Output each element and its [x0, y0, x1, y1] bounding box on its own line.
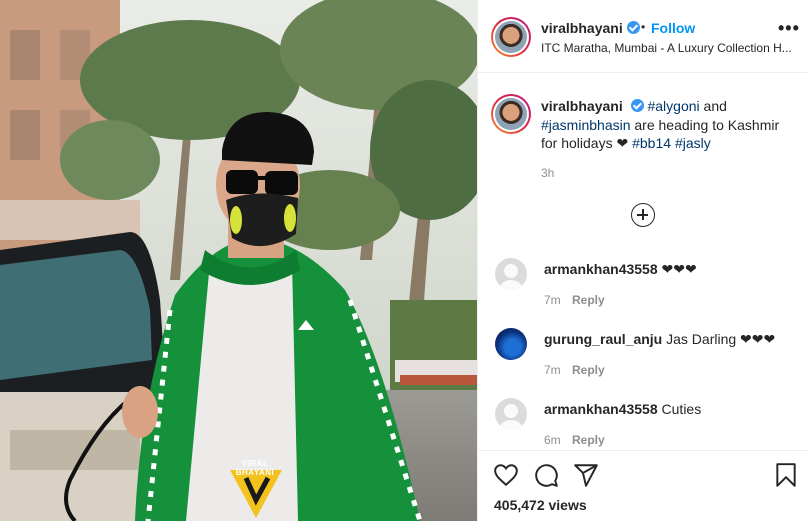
- verified-badge-icon: [626, 21, 640, 34]
- commenter-username[interactable]: armankhan43558: [544, 261, 658, 277]
- post-caption: viralbhayani #alygoni and #jasminbhasin …: [541, 97, 791, 153]
- commenter-avatar[interactable]: [495, 258, 527, 290]
- hashtag-link[interactable]: #alygoni: [647, 98, 699, 114]
- comment-text: Cuties: [661, 401, 702, 417]
- bookmark-icon[interactable]: [773, 462, 799, 488]
- comment-item: gurung_raul_anju Jas Darling ❤❤❤ 7m Repl…: [478, 328, 809, 394]
- author-avatar[interactable]: [491, 17, 531, 57]
- commenter-avatar[interactable]: [495, 328, 527, 360]
- commenter-avatar[interactable]: [495, 398, 527, 430]
- author-username-text[interactable]: viralbhayani: [541, 20, 623, 36]
- share-icon[interactable]: [573, 462, 599, 488]
- comment-timestamp: 6m: [544, 433, 561, 447]
- comment-body: gurung_raul_anju Jas Darling ❤❤❤: [544, 331, 775, 348]
- view-count[interactable]: 405,472 views: [494, 497, 587, 513]
- more-options-icon[interactable]: •••: [778, 19, 800, 37]
- author-username[interactable]: viralbhayani: [541, 20, 640, 36]
- watermark: VIRAL BHAYANI: [224, 459, 286, 477]
- post-details-panel: viralbhayani • Follow ITC Maratha, Mumba…: [477, 0, 809, 521]
- comment-body: armankhan43558 Cuties: [544, 401, 701, 417]
- comment-body: armankhan43558 ❤❤❤: [544, 261, 697, 278]
- comments-section[interactable]: viralbhayani #alygoni and #jasminbhasin …: [478, 74, 809, 450]
- hashtag-link[interactable]: #bb14: [632, 135, 671, 151]
- hashtag-link[interactable]: #jasly: [675, 135, 711, 151]
- comment-icon[interactable]: [533, 462, 559, 488]
- comment-item: armankhan43558 ❤❤❤ 7m Reply: [478, 258, 809, 324]
- verified-badge-icon: [630, 99, 644, 112]
- comment-text: ❤❤❤: [661, 261, 697, 277]
- heart-icon[interactable]: [493, 462, 519, 488]
- caption-timestamp[interactable]: 3h: [541, 166, 554, 180]
- hashtag-link[interactable]: #jasminbhasin: [541, 117, 631, 133]
- commenter-username[interactable]: gurung_raul_anju: [544, 331, 662, 347]
- caption-text: and: [699, 98, 727, 114]
- reply-button[interactable]: Reply: [572, 293, 605, 307]
- comment-timestamp: 7m: [544, 293, 561, 307]
- reply-button[interactable]: Reply: [572, 363, 605, 377]
- separator-dot: •: [641, 20, 646, 34]
- post-actions: 405,472 views: [478, 450, 809, 521]
- post-header: viralbhayani • Follow ITC Maratha, Mumba…: [478, 0, 809, 73]
- commenter-username[interactable]: armankhan43558: [544, 401, 658, 417]
- load-more-comments-icon[interactable]: [631, 203, 655, 227]
- reply-button[interactable]: Reply: [572, 433, 605, 447]
- caption-author-avatar[interactable]: [491, 94, 531, 134]
- watermark-text: VIRAL BHAYANI: [235, 459, 275, 477]
- video-frame: [0, 0, 477, 521]
- caption-username[interactable]: viralbhayani: [541, 98, 623, 114]
- post-video[interactable]: VIRAL BHAYANI: [0, 0, 477, 521]
- comment-text: Jas Darling ❤❤❤: [666, 331, 776, 347]
- comment-timestamp: 7m: [544, 363, 561, 377]
- location-link[interactable]: ITC Maratha, Mumbai - A Luxury Collectio…: [541, 41, 793, 55]
- follow-button[interactable]: Follow: [651, 20, 695, 36]
